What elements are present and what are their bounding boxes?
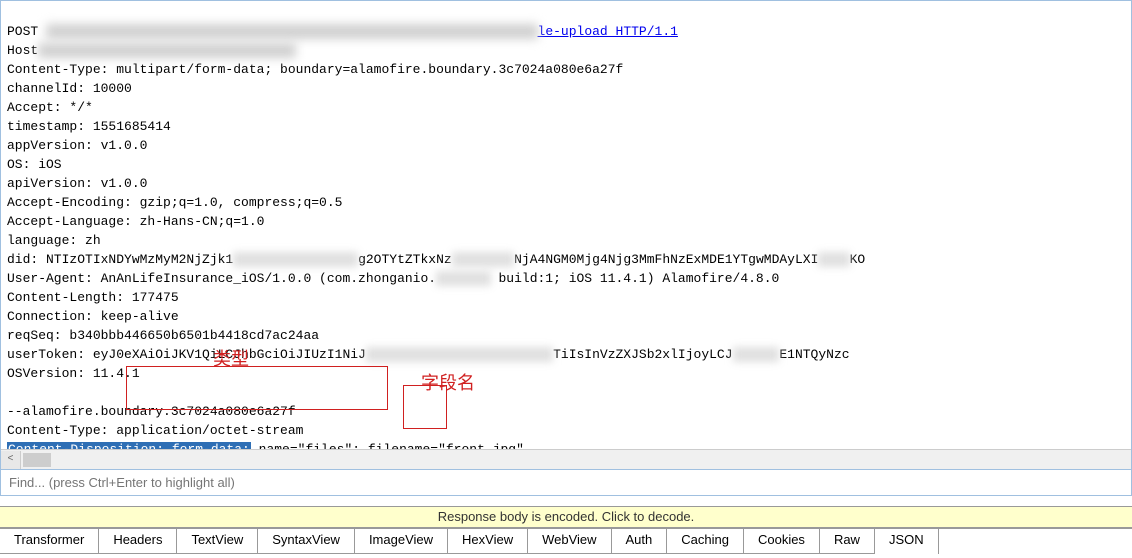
url-suffix: le-upload HTTP/1.1 bbox=[538, 24, 678, 39]
header-accept: Accept: */* bbox=[7, 100, 93, 115]
header-os: OS: iOS bbox=[7, 157, 62, 172]
header-app-version: appVersion: v1.0.0 bbox=[7, 138, 147, 153]
did-redacted-1 bbox=[233, 252, 358, 267]
header-accept-encoding: Accept-Encoding: gzip;q=1.0, compress;q=… bbox=[7, 195, 342, 210]
did-redacted-2 bbox=[452, 252, 514, 267]
header-timestamp: timestamp: 1551685414 bbox=[7, 119, 171, 134]
header-did-mid: g2OTYtZTkxNz bbox=[358, 252, 452, 267]
tab-headers[interactable]: Headers bbox=[99, 529, 177, 554]
header-content-type: Content-Type: multipart/form-data; bound… bbox=[7, 62, 623, 77]
token-redacted-1 bbox=[366, 347, 553, 362]
tab-auth[interactable]: Auth bbox=[612, 529, 668, 554]
tab-json[interactable]: JSON bbox=[875, 529, 939, 554]
token-redacted-2 bbox=[733, 347, 780, 362]
scroll-track[interactable] bbox=[21, 451, 1131, 469]
header-token-mid: TiIsInVzZXJSb2xlIjoyLCJ bbox=[553, 347, 732, 362]
header-os-version: OSVersion: 11.4.1 bbox=[7, 366, 140, 381]
header-ua-prefix: User-Agent: AnAnLifeInsurance_iOS/1.0.0 … bbox=[7, 271, 436, 286]
tab-raw[interactable]: Raw bbox=[820, 529, 875, 554]
tab-caching[interactable]: Caching bbox=[667, 529, 744, 554]
header-language: language: zh bbox=[7, 233, 101, 248]
header-did-prefix: did: NTIzOTIxNDYwMzMyM2NjZjk1 bbox=[7, 252, 233, 267]
find-bar bbox=[0, 470, 1132, 496]
tab-textview[interactable]: TextView bbox=[177, 529, 258, 554]
body-part-content-type: Content-Type: application/octet-stream bbox=[7, 423, 303, 438]
tab-imageview[interactable]: ImageView bbox=[355, 529, 448, 554]
find-input[interactable] bbox=[9, 475, 1123, 490]
header-token-prefix: userToken: eyJ0eXAiOiJKV1QiLCJhbGciOiJIU… bbox=[7, 347, 366, 362]
response-tabs: Transformer Headers TextView SyntaxView … bbox=[0, 528, 1132, 554]
header-ua-suffix: build:1; iOS 11.4.1) Alamofire/4.8.0 bbox=[491, 271, 780, 286]
header-did-end: KO bbox=[850, 252, 866, 267]
host-redacted bbox=[38, 43, 295, 58]
url-redacted bbox=[46, 24, 537, 39]
header-content-length: Content-Length: 177475 bbox=[7, 290, 179, 305]
header-accept-language: Accept-Language: zh-Hans-CN;q=1.0 bbox=[7, 214, 264, 229]
tab-cookies[interactable]: Cookies bbox=[744, 529, 820, 554]
tab-syntaxview[interactable]: SyntaxView bbox=[258, 529, 355, 554]
request-panel: POST le-upload HTTP/1.1 Host Content-Typ… bbox=[0, 0, 1132, 470]
scroll-left-button[interactable]: < bbox=[1, 451, 21, 469]
http-method: POST bbox=[7, 24, 38, 39]
response-decode-notice[interactable]: Response body is encoded. Click to decod… bbox=[0, 506, 1132, 528]
header-did-suffix: NjA4NGM0Mjg4Njg3MmFhNzExMDE1YTgwMDAyLXI bbox=[514, 252, 818, 267]
tab-webview[interactable]: WebView bbox=[528, 529, 611, 554]
header-token-end: E1NTQyNzc bbox=[779, 347, 849, 362]
header-channel-id: channelId: 10000 bbox=[7, 81, 132, 96]
scroll-thumb[interactable] bbox=[23, 453, 51, 467]
header-connection: Connection: keep-alive bbox=[7, 309, 179, 324]
header-api-version: apiVersion: v1.0.0 bbox=[7, 176, 147, 191]
tab-transformer[interactable]: Transformer bbox=[0, 529, 99, 554]
body-boundary: --alamofire.boundary.3c7024a080e6a27f bbox=[7, 404, 296, 419]
tab-hexview[interactable]: HexView bbox=[448, 529, 528, 554]
header-host-label: Host bbox=[7, 43, 38, 58]
ua-redacted bbox=[436, 271, 491, 286]
header-req-seq: reqSeq: b340bbb446650b6501b4418cd7ac24aa bbox=[7, 328, 319, 343]
horizontal-scrollbar[interactable]: < bbox=[1, 449, 1131, 469]
request-raw-content[interactable]: POST le-upload HTTP/1.1 Host Content-Typ… bbox=[1, 1, 1131, 470]
did-redacted-3 bbox=[818, 252, 849, 267]
